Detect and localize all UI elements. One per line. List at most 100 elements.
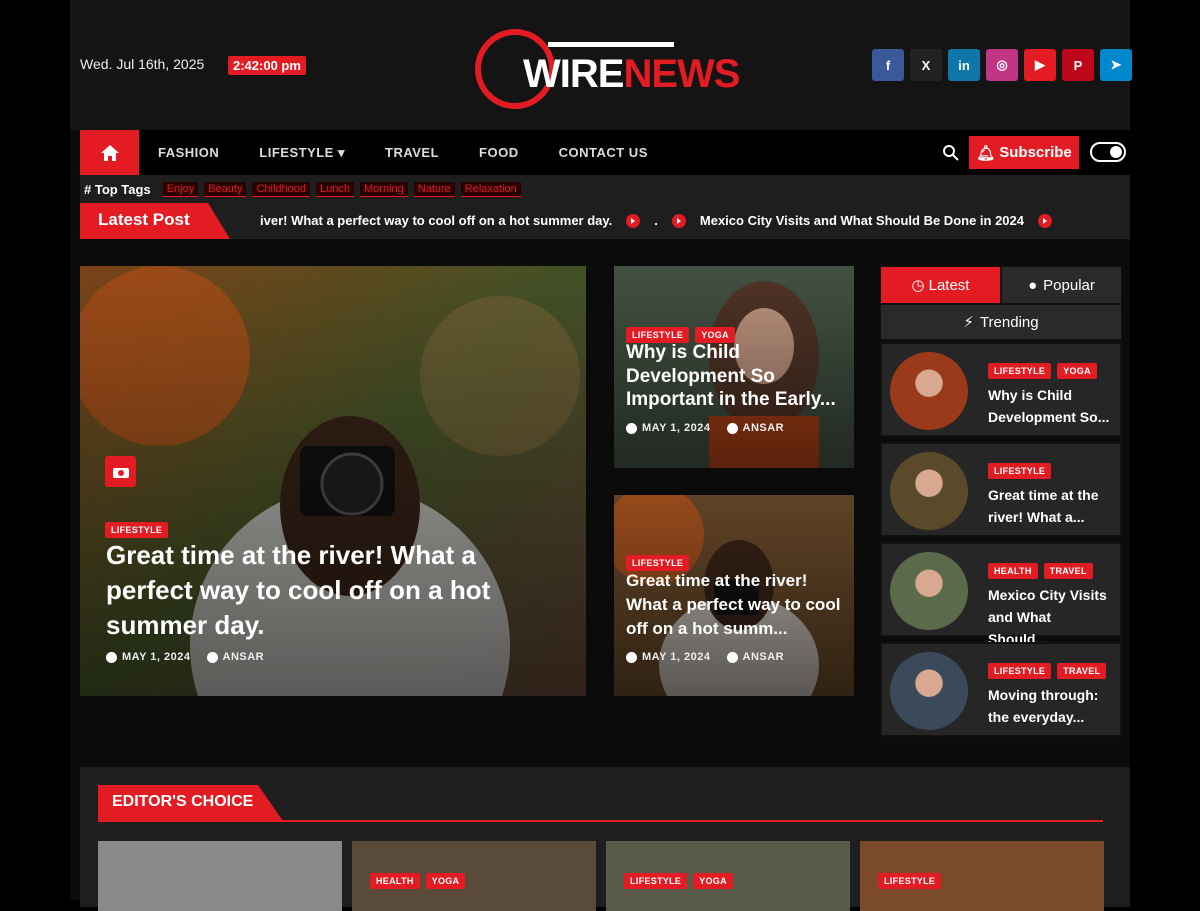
- post-date: MAY 1, 2024: [642, 651, 711, 663]
- dark-mode-toggle[interactable]: [1090, 142, 1126, 162]
- nav-item-lifestyle[interactable]: LIFESTYLE ▾: [259, 145, 345, 161]
- facebook-icon[interactable]: f: [872, 49, 904, 81]
- featured-post[interactable]: LIFESTYLE Great time at the river! What …: [80, 266, 586, 696]
- home-button[interactable]: [80, 130, 139, 175]
- post-author[interactable]: ANSAR: [223, 651, 265, 663]
- editors-post-card[interactable]: LIFESTYLE: [860, 841, 1104, 911]
- x-icon[interactable]: X: [910, 49, 942, 81]
- sidebar-post-item[interactable]: LIFESTYLE TRAVEL Moving through: the every…: [880, 642, 1122, 737]
- tag-link[interactable]: Lunch: [316, 181, 355, 197]
- post-title[interactable]: Mexico City Visits and What Should...: [988, 584, 1112, 650]
- subscribe-button[interactable]: 🔔︎ Subscribe: [969, 136, 1079, 169]
- pinterest-icon[interactable]: P: [1062, 49, 1094, 81]
- category-badge[interactable]: TRAVEL: [1057, 663, 1107, 679]
- editors-choice-section: EDITOR'S CHOICE HEALTH YOGA LIFESTYLE YOGA L…: [80, 767, 1130, 911]
- fire-icon: ●: [1028, 276, 1038, 294]
- tag-link[interactable]: Relaxation: [460, 181, 521, 197]
- clock-icon: [626, 422, 637, 434]
- nav-item-contact-us[interactable]: CONTACT US: [559, 145, 648, 161]
- editors-post-card[interactable]: LIFESTYLE YOGA: [606, 841, 850, 911]
- top-tags-bar: # Top Tags Enjoy Beauty Childhood Lunch Morn…: [80, 175, 1130, 203]
- editors-choice-label: EDITOR'S CHOICE: [98, 785, 283, 821]
- tag-link[interactable]: Childhood: [252, 181, 311, 197]
- sidebar-post-item[interactable]: LIFESTYLE Great time at the river! What a…: [880, 442, 1122, 537]
- category-badge[interactable]: HEALTH: [370, 873, 420, 889]
- post-title[interactable]: Great time at the river! What a perfect …: [626, 569, 841, 641]
- category-badge[interactable]: YOGA: [693, 873, 733, 889]
- post-thumbnail: [890, 652, 968, 730]
- category-badge[interactable]: LIFESTYLE: [988, 663, 1052, 679]
- post-title[interactable]: Moving through: the everyday...: [988, 684, 1112, 728]
- latest-post-ticker: Latest Post iver! What a perfect way to …: [80, 203, 1130, 239]
- tab-trending[interactable]: ⚡︎ Trending: [880, 304, 1122, 340]
- tag-link[interactable]: Nature: [413, 181, 455, 197]
- arrow-right-icon: [626, 213, 641, 228]
- category-badge[interactable]: LIFESTYLE: [624, 873, 688, 889]
- post-date: MAY 1, 2024: [642, 422, 711, 434]
- post-title[interactable]: Great time at the river! What a...: [988, 484, 1112, 528]
- arrow-right-icon: [1038, 213, 1052, 228]
- user-icon: [206, 651, 218, 663]
- nav-item-travel[interactable]: TRAVEL: [385, 145, 439, 161]
- latest-post-label: Latest Post: [80, 203, 230, 239]
- category-badge[interactable]: YOGA: [1057, 363, 1097, 379]
- editors-post-card[interactable]: HEALTH YOGA: [352, 841, 596, 911]
- tab-latest[interactable]: ◷ Latest: [880, 266, 1001, 304]
- sidebar-post-item[interactable]: LIFESTYLE YOGA Why is Child Development So…: [880, 342, 1122, 437]
- site-logo[interactable]: WIRENEWS: [470, 24, 740, 114]
- post-thumbnail: [890, 452, 968, 530]
- category-badge[interactable]: YOGA: [425, 873, 466, 889]
- logo-text-news: NEWS: [623, 52, 740, 96]
- clock-icon: [626, 651, 637, 663]
- tag-link[interactable]: Enjoy: [162, 181, 199, 197]
- bell-icon: 🔔︎: [976, 144, 996, 162]
- linkedin-icon[interactable]: in: [948, 49, 980, 81]
- post-title[interactable]: Why is Child Development So...: [988, 384, 1112, 428]
- user-icon: [726, 422, 738, 434]
- instagram-icon[interactable]: ◎: [986, 49, 1018, 81]
- ticker-item[interactable]: Mexico City Visits and What Should Be Do…: [700, 213, 1024, 228]
- main-nav: FASHION LIFESTYLE ▾ TRAVEL FOOD CONTACT US 🔔…: [80, 130, 1130, 175]
- post-card[interactable]: LIFESTYLE YOGA Why is Child Development S…: [614, 266, 854, 468]
- social-links: f Xin ◎ ▶ P ➤: [872, 49, 1132, 81]
- category-badge[interactable]: LIFESTYLE: [988, 363, 1052, 379]
- tag-link[interactable]: Morning: [360, 181, 408, 197]
- featured-title[interactable]: Great time at the river! What a perfect …: [106, 538, 526, 643]
- camera-icon: [105, 456, 136, 487]
- category-badge[interactable]: LIFESTYLE: [878, 873, 942, 889]
- home-icon: [100, 144, 119, 161]
- search-icon[interactable]: [942, 144, 960, 162]
- post-title[interactable]: Why is Child Development So Important in…: [626, 341, 841, 412]
- category-badge[interactable]: LIFESTYLE: [988, 463, 1052, 479]
- tab-label: Trending: [979, 313, 1039, 331]
- nav-item-fashion[interactable]: FASHION: [158, 145, 219, 161]
- current-time: 2:42:00 pm: [228, 56, 306, 75]
- ticker-item[interactable]: .: [654, 213, 658, 228]
- editors-post-card[interactable]: [98, 841, 342, 911]
- tag-link[interactable]: Beauty: [204, 181, 247, 197]
- category-badge[interactable]: TRAVEL: [1043, 563, 1093, 579]
- tab-label: Latest: [928, 276, 970, 294]
- sidebar-post-item[interactable]: HEALTH TRAVEL Mexico City Visits and What …: [880, 542, 1122, 647]
- post-author[interactable]: ANSAR: [743, 422, 785, 434]
- post-date: MAY 1, 2024: [122, 651, 191, 663]
- clock-icon: ◷: [911, 277, 925, 294]
- nav-item-food[interactable]: FOOD: [479, 145, 519, 161]
- post-thumbnail: [890, 552, 968, 630]
- ticker-item[interactable]: iver! What a perfect way to cool off on …: [260, 213, 612, 228]
- logo-text-wire: WIRE: [523, 52, 624, 96]
- current-date: Wed. Jul 16th, 2025: [80, 56, 205, 72]
- youtube-icon[interactable]: ▶: [1024, 49, 1056, 81]
- tab-popular[interactable]: ● Popular: [1001, 266, 1122, 304]
- post-card[interactable]: LIFESTYLE Great time at the river! What …: [614, 495, 854, 696]
- tab-label: Popular: [1043, 276, 1095, 294]
- category-badge[interactable]: HEALTH: [988, 563, 1038, 579]
- section-divider: [98, 820, 1103, 822]
- bolt-icon: ⚡︎: [963, 314, 974, 331]
- user-icon: [726, 651, 738, 663]
- category-badge[interactable]: LIFESTYLE: [105, 522, 169, 538]
- post-author[interactable]: ANSAR: [743, 651, 785, 663]
- telegram-icon[interactable]: ➤: [1100, 49, 1132, 81]
- post-thumbnail: [890, 352, 968, 430]
- clock-icon: [106, 651, 117, 663]
